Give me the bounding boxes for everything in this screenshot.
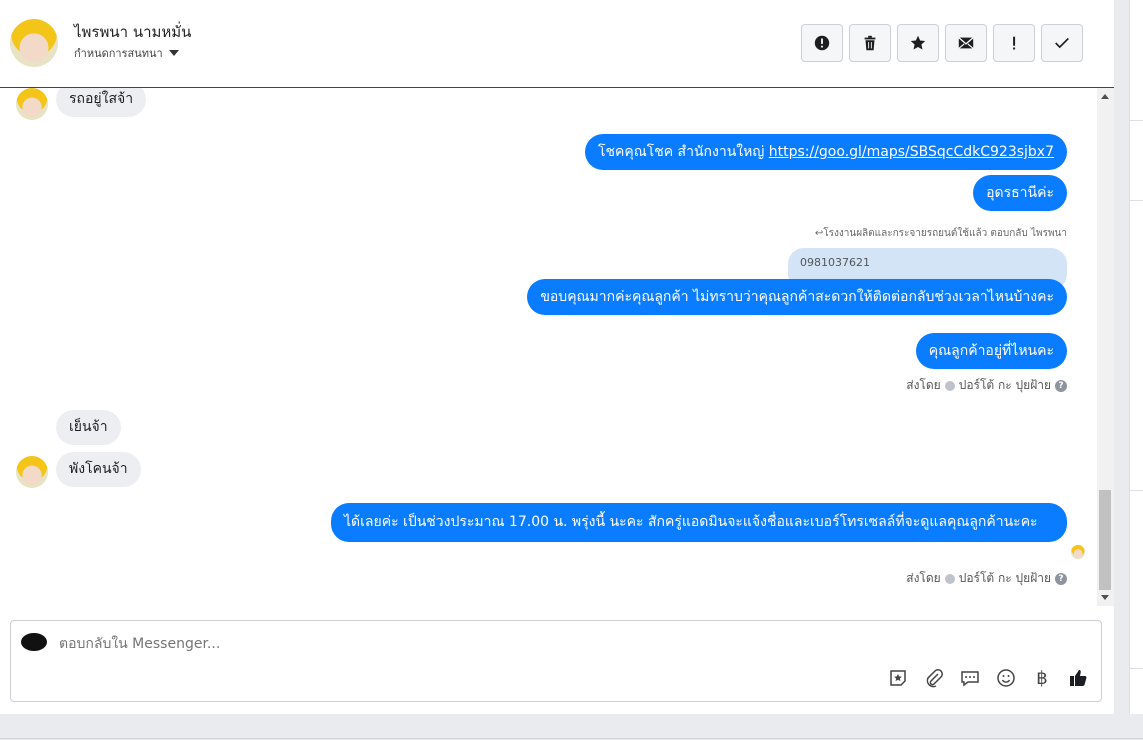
check-icon bbox=[1055, 37, 1069, 49]
outgoing-message[interactable]: โชคคุณโชค สำนักงานใหญ่ https://goo.gl/ma… bbox=[584, 134, 1067, 170]
outgoing-message[interactable]: อุดรธานีค่ะ bbox=[973, 175, 1067, 211]
reply-arrow-icon: ↩ bbox=[814, 228, 824, 239]
message-text: โชคคุณโชค สำนักงานใหญ่ bbox=[597, 144, 769, 160]
reply-label: ↩โรงงานผลิตและกระจายรถยนต์ใช้แล้ว ตอบกลั… bbox=[814, 228, 1067, 239]
contact-avatar bbox=[16, 88, 48, 120]
outgoing-message[interactable]: ได้เลยค่ะ เป็นช่วงประมาณ 17.00 น. พรุ่งน… bbox=[331, 503, 1067, 542]
help-icon[interactable]: ? bbox=[1055, 379, 1067, 392]
contact-avatar[interactable] bbox=[10, 19, 58, 67]
exclamation-icon bbox=[1013, 36, 1016, 50]
header-toolbar bbox=[801, 24, 1083, 62]
star-button[interactable] bbox=[897, 24, 939, 62]
outgoing-message[interactable]: คุณลูกค้าอยู่ที่ไหนคะ bbox=[915, 333, 1067, 369]
reply-composer: ฿ bbox=[10, 620, 1102, 702]
mark-done-button[interactable] bbox=[1041, 24, 1083, 62]
contact-name[interactable]: ไพรพนา นามหมั่น bbox=[74, 20, 191, 44]
divider bbox=[1130, 668, 1143, 669]
sender-name: ปอร์โต้ กะ ปุยฝ้าย bbox=[958, 378, 1051, 392]
sent-by-label: ส่งโดย ปอร์โต้ กะ ปุยฝ้าย ? bbox=[906, 569, 1067, 588]
saved-reply-button[interactable] bbox=[959, 667, 981, 689]
report-button[interactable] bbox=[801, 24, 843, 62]
page-logo bbox=[21, 633, 47, 651]
chevron-down-icon bbox=[168, 50, 179, 56]
message-scrollbar[interactable] bbox=[1097, 88, 1114, 606]
maps-link[interactable]: https://goo.gl/maps/SBSqcCdkC923sjbx7 bbox=[769, 144, 1054, 160]
divider bbox=[1130, 200, 1143, 201]
conversation-panel: ไพรพนา นามหมั่น กำหนดการสนทนา รถอยู่ใสจ้… bbox=[0, 0, 1114, 714]
sticker-icon bbox=[890, 670, 906, 686]
conversation-schedule[interactable]: กำหนดการสนทนา bbox=[74, 44, 179, 62]
incoming-message[interactable]: พังโคนจ้า bbox=[56, 452, 141, 487]
check-icon bbox=[944, 380, 955, 391]
sticker-button[interactable] bbox=[887, 667, 909, 689]
conversation-header: ไพรพนา นามหมั่น กำหนดการสนทนา bbox=[0, 0, 1114, 88]
incoming-message[interactable]: เย็นจ้า bbox=[56, 410, 121, 445]
sender-name: ปอร์โต้ กะ ปุยฝ้าย bbox=[958, 571, 1051, 585]
like-icon bbox=[1070, 670, 1087, 686]
composer-actions: ฿ bbox=[887, 667, 1089, 689]
divider bbox=[0, 738, 1143, 739]
emoji-button[interactable] bbox=[995, 667, 1017, 689]
payment-icon: ฿ bbox=[1036, 667, 1048, 689]
like-button[interactable] bbox=[1067, 667, 1089, 689]
spam-button[interactable] bbox=[993, 24, 1035, 62]
help-icon[interactable]: ? bbox=[1055, 572, 1067, 585]
divider bbox=[1130, 490, 1143, 491]
side-panel-edge bbox=[1129, 0, 1143, 740]
incoming-message[interactable]: รถอยู่ใสจ้า bbox=[56, 88, 147, 117]
attachment-icon bbox=[926, 669, 943, 688]
message-thread: รถอยู่ใสจ้า โชคคุณโชค สำนักงานใหญ่ https… bbox=[0, 88, 1097, 606]
outgoing-message[interactable]: ขอบคุณมากค่ะคุณลูกค้า ไม่ทราบว่าคุณลูกค้… bbox=[527, 279, 1067, 315]
page-footer-area bbox=[0, 714, 1143, 740]
mark-unread-button[interactable] bbox=[945, 24, 987, 62]
emoji-icon bbox=[997, 669, 1015, 687]
trash-icon bbox=[864, 35, 876, 51]
report-icon bbox=[814, 35, 830, 51]
delete-button[interactable] bbox=[849, 24, 891, 62]
reply-input[interactable] bbox=[59, 633, 839, 655]
divider bbox=[1130, 120, 1143, 121]
saved-reply-icon bbox=[961, 671, 979, 687]
schedule-label: กำหนดการสนทนา bbox=[74, 47, 163, 60]
attachment-button[interactable] bbox=[923, 667, 945, 689]
scroll-up-arrow-icon[interactable] bbox=[1101, 94, 1109, 99]
star-icon bbox=[910, 35, 926, 50]
seen-avatar bbox=[1071, 545, 1085, 559]
scroll-thumb[interactable] bbox=[1099, 490, 1111, 590]
scroll-down-arrow-icon[interactable] bbox=[1101, 595, 1109, 600]
check-icon bbox=[944, 573, 955, 584]
contact-avatar bbox=[16, 456, 48, 488]
mail-icon bbox=[958, 37, 974, 49]
payment-button[interactable]: ฿ bbox=[1031, 667, 1053, 689]
sent-by-label: ส่งโดย ปอร์โต้ กะ ปุยฝ้าย ? bbox=[906, 376, 1067, 395]
